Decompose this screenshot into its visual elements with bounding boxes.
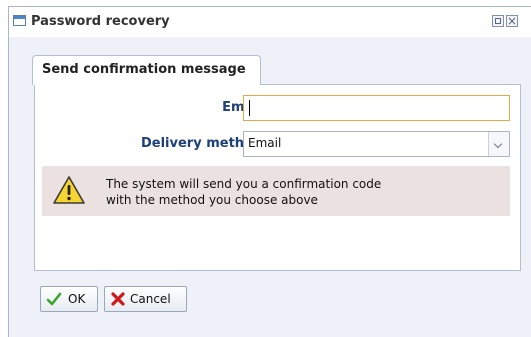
email-field[interactable] (243, 95, 510, 121)
tab-send-confirmation-message[interactable]: Send confirmation message (32, 55, 261, 85)
warning-icon (53, 176, 85, 204)
delivery-method-select[interactable]: Email (243, 131, 510, 157)
chevron-down-icon[interactable] (488, 132, 509, 156)
cancel-button[interactable]: Cancel (104, 286, 187, 312)
checkmark-icon (46, 292, 62, 306)
delivery-method-value: Email (248, 136, 282, 150)
ok-button-label: OK (68, 292, 86, 306)
ok-button[interactable]: OK (40, 286, 98, 312)
cancel-x-icon (111, 292, 125, 306)
form-panel: Email : Delivery method : Email The syst… (34, 84, 521, 271)
window-icon (13, 15, 26, 26)
notice-line-2: with the method you choose above (106, 193, 318, 207)
notice-text: The system will send you a confirmation … (106, 176, 381, 208)
text-caret (249, 100, 250, 116)
close-icon[interactable] (506, 15, 518, 27)
maximize-icon[interactable] (492, 15, 504, 27)
title-bar[interactable]: Password recovery (9, 7, 531, 37)
notice-line-1: The system will send you a confirmation … (106, 177, 382, 191)
cancel-button-label: Cancel (130, 292, 171, 306)
info-notice: The system will send you a confirmation … (42, 166, 510, 216)
window-title: Password recovery (31, 14, 170, 29)
